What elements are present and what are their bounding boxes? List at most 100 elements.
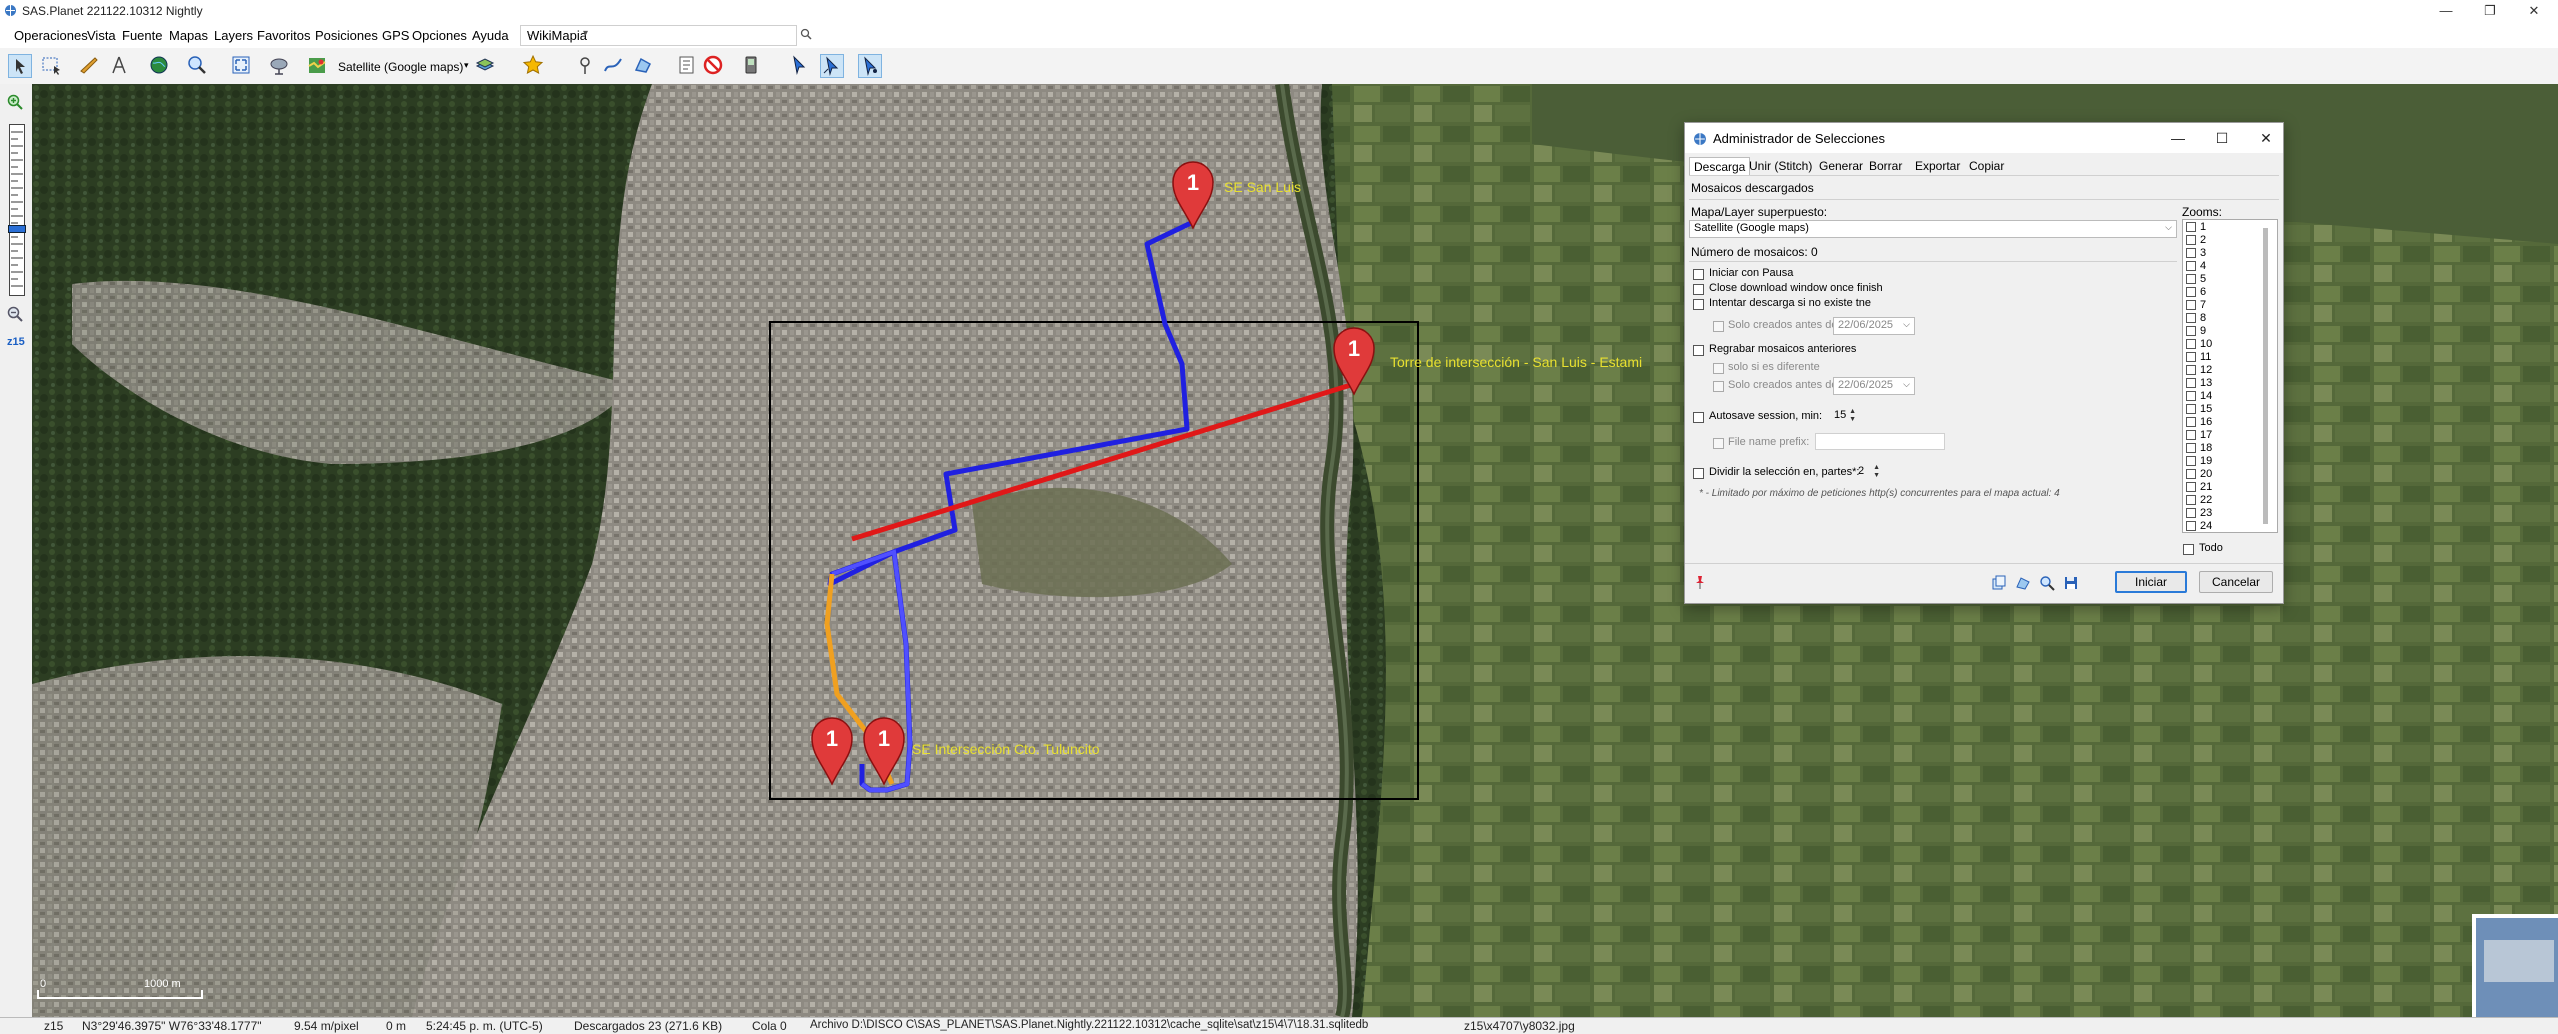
select-area-button[interactable]	[40, 54, 64, 78]
svg-text:0: 0	[40, 978, 46, 990]
map-source-selector[interactable]: Satellite (Google maps)	[338, 60, 463, 74]
add-placemark-button[interactable]	[574, 54, 598, 78]
close-button[interactable]: ✕	[2512, 0, 2556, 22]
save-icon[interactable]	[2063, 575, 2079, 591]
chevron-down-icon: ⌵	[527, 28, 535, 39]
menu-opciones[interactable]: Opciones	[412, 28, 467, 43]
tab-descarga[interactable]: Descarga	[1689, 157, 1751, 176]
layer-selector[interactable]: Satellite (Google maps) ⌵	[1689, 220, 2177, 238]
title-bar: SAS.Planet 221122.10312 Nightly — ❐ ✕	[0, 0, 2558, 22]
section-divider	[1689, 199, 2279, 200]
zoom-to-selection-icon[interactable]	[2039, 575, 2055, 591]
fullscreen-button[interactable]	[230, 54, 254, 78]
dialog-close-button[interactable]: ✕	[2251, 127, 2281, 149]
try-missing-checkbox[interactable]	[1693, 299, 1704, 310]
start-paused-checkbox[interactable]	[1693, 269, 1704, 280]
regrab-label: Regrabar mosaicos anteriores	[1709, 343, 1857, 355]
all-zooms-checkbox[interactable]	[2183, 544, 2194, 555]
close-when-finished-checkbox[interactable]	[1693, 284, 1704, 295]
gps-panel-button[interactable]	[740, 54, 764, 78]
regrab-checkbox[interactable]	[1693, 345, 1704, 356]
satellite-button[interactable]	[268, 54, 292, 78]
maximize-button[interactable]: ❐	[2468, 0, 2512, 22]
tab-borrar[interactable]: Borrar	[1865, 157, 1906, 175]
placemark-badge: 1	[826, 726, 838, 751]
pin-icon[interactable]	[1693, 575, 1707, 589]
menu-mapas[interactable]: Mapas	[169, 28, 208, 43]
split-selection-checkbox[interactable]	[1693, 468, 1704, 479]
main-toolbar: Satellite (Google maps) ▾	[0, 48, 2558, 85]
date-picker-2[interactable]: 22/06/2025 ⌵	[1833, 377, 1915, 395]
menu-gps[interactable]: GPS	[382, 28, 409, 43]
favorites-button[interactable]	[522, 54, 546, 78]
split-parts-spinner[interactable]: 2 ▲ ▼	[1853, 463, 1883, 480]
tab-exportar[interactable]: Exportar	[1911, 157, 1964, 175]
file-prefix-input[interactable]	[1815, 433, 1945, 450]
dialog-maximize-button[interactable]: ☐	[2207, 127, 2237, 149]
start-button[interactable]: Iniciar	[2115, 571, 2187, 593]
zoom-panel: z15	[0, 84, 33, 1017]
placemark-badge: 1	[1187, 170, 1199, 195]
status-downloaded: Descargados 23 (271.6 KB)	[574, 1019, 723, 1033]
copy-icon[interactable]	[1991, 575, 2007, 591]
hide-marks-button[interactable]	[702, 54, 726, 78]
add-path-button[interactable]	[602, 54, 626, 78]
menu-bar: Operaciones Vista Fuente Mapas Layers Fa…	[0, 22, 2558, 48]
autosave-minutes-spinner[interactable]: 15 ▲ ▼	[1829, 407, 1859, 424]
if-different-label: solo si es diferente	[1728, 361, 1820, 373]
gps-center-button[interactable]	[858, 54, 882, 78]
status-queue: Cola 0	[752, 1019, 787, 1033]
only-before-checkbox[interactable]	[1713, 321, 1724, 332]
globe-button[interactable]	[148, 54, 172, 78]
gps-follow-button[interactable]	[820, 54, 844, 78]
only-before-2-checkbox[interactable]	[1713, 381, 1724, 392]
chevron-down-icon: ⌵	[2165, 222, 2172, 232]
zoom-levels-list[interactable]: 1 2 3 4 5 6 7 8 9 10 11 12 13 14 15 16 1…	[2182, 219, 2278, 533]
minimize-button[interactable]: —	[2424, 0, 2468, 22]
spinner-arrows-icon[interactable]: ▲ ▼	[1849, 408, 1856, 424]
if-different-checkbox[interactable]	[1713, 363, 1724, 374]
menu-posiciones[interactable]: Posiciones	[315, 28, 378, 43]
menu-vista[interactable]: Vista	[87, 28, 116, 43]
status-zoom: z15	[44, 1019, 64, 1033]
only-before-label: Solo creados antes de	[1728, 319, 1838, 331]
polygon-edit-icon[interactable]	[2015, 575, 2031, 591]
spinner-arrows-icon[interactable]: ▲ ▼	[1873, 464, 1880, 480]
map-source-icon-button[interactable]	[306, 54, 330, 78]
ruler-tool-button[interactable]	[78, 54, 102, 78]
footer-divider	[1685, 563, 2283, 564]
text-tool-button[interactable]	[108, 54, 132, 78]
zoom-button[interactable]	[186, 54, 210, 78]
menu-layers[interactable]: Layers	[214, 28, 253, 43]
date-picker-1[interactable]: 22/06/2025 ⌵	[1833, 317, 1915, 335]
file-prefix-checkbox[interactable]	[1713, 438, 1724, 449]
zoom-in-icon[interactable]	[7, 94, 23, 110]
tab-generar[interactable]: Generar	[1815, 157, 1867, 175]
gps-icon	[745, 56, 757, 74]
menu-favoritos[interactable]: Favoritos	[257, 28, 310, 43]
pointer-tool-button[interactable]	[8, 54, 32, 78]
autosave-checkbox[interactable]	[1693, 412, 1704, 423]
menu-operaciones[interactable]: Operaciones	[14, 28, 88, 43]
marks-manager-button[interactable]	[676, 54, 700, 78]
gps-connect-button[interactable]	[788, 54, 812, 78]
wikimapia-search-combo[interactable]: WikiMapia ▾ ⌵	[520, 25, 797, 46]
try-missing-label: Intentar descarga si no existe tne	[1709, 297, 1872, 309]
cancel-button[interactable]: Cancelar	[2199, 571, 2273, 593]
tab-copiar[interactable]: Copiar	[1965, 157, 2008, 175]
zoom-out-icon[interactable]	[7, 306, 23, 322]
menu-ayuda[interactable]: Ayuda	[472, 28, 509, 43]
zoom-slider-thumb[interactable]	[8, 225, 26, 233]
layers-icon	[475, 58, 495, 71]
search-icon[interactable]	[800, 28, 812, 40]
tab-unir-stitch[interactable]: Unir (Stitch)	[1745, 157, 1816, 175]
zoom-slider[interactable]	[8, 124, 26, 296]
zoom-list-scrollbar[interactable]	[2263, 228, 2268, 524]
menu-fuente[interactable]: Fuente	[122, 28, 162, 43]
add-polygon-button[interactable]	[632, 54, 656, 78]
chevron-down-icon[interactable]: ▾	[464, 60, 469, 71]
dialog-minimize-button[interactable]: —	[2163, 127, 2193, 149]
layers-button[interactable]	[474, 54, 498, 78]
selection-manager-dialog: Administrador de Selecciones — ☐ ✕ Desca…	[1684, 122, 2284, 604]
path-icon	[604, 58, 622, 72]
